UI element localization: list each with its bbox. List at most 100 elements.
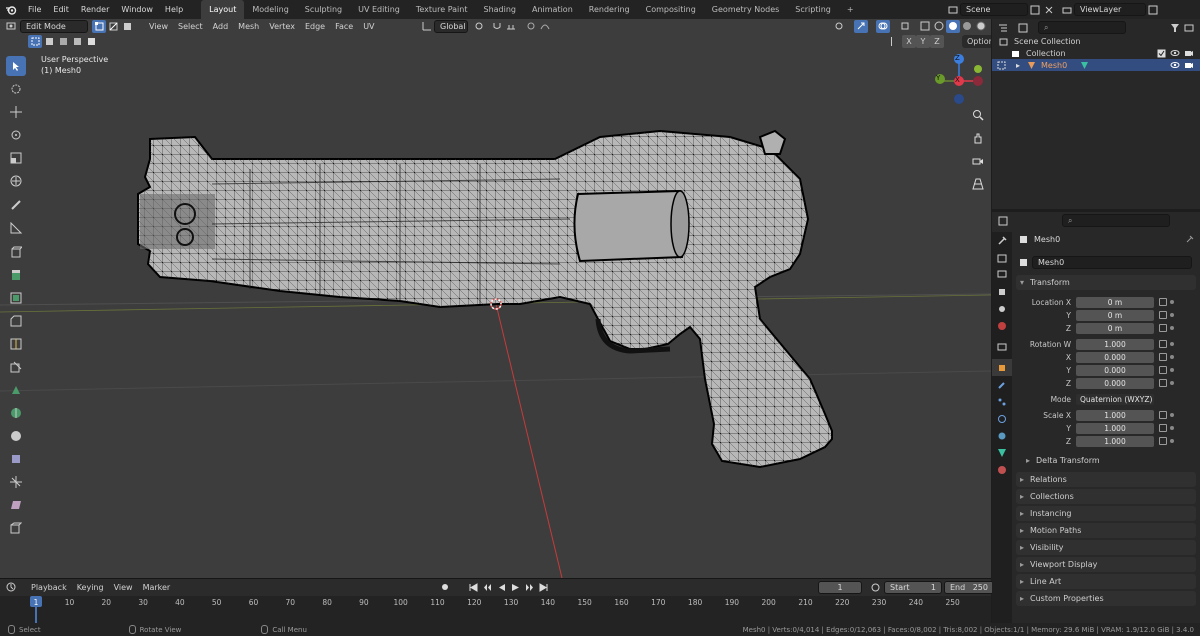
rotate-tool-icon[interactable]	[6, 125, 26, 145]
play-reverse-icon[interactable]	[494, 581, 508, 594]
lock-icon[interactable]	[1159, 411, 1167, 419]
scene-icon[interactable]	[946, 3, 960, 16]
timeline-editor-type-icon[interactable]	[4, 581, 18, 594]
knife-tool-icon[interactable]	[6, 357, 26, 377]
tab-particles-icon[interactable]	[992, 393, 1012, 410]
current-frame-field[interactable]: 1	[818, 580, 862, 594]
select-box-tool-icon[interactable]	[6, 56, 26, 76]
timeline-ruler[interactable]: 1 10 20 30 40 50 60 70 80 90 100 110 120 130 140 150 160…	[0, 596, 991, 623]
jump-end-icon[interactable]	[536, 581, 550, 594]
tab-view-layer-icon[interactable]	[992, 283, 1012, 300]
mirror-x-toggle[interactable]: X	[902, 34, 916, 48]
tab-texture-paint[interactable]: Texture Paint	[408, 0, 476, 19]
lock-icon[interactable]	[1159, 353, 1167, 361]
revolver-mesh[interactable]	[137, 129, 833, 469]
move-tool-icon[interactable]	[6, 102, 26, 122]
delete-scene-icon[interactable]	[1042, 3, 1056, 16]
keyframe-dot-icon[interactable]	[1170, 326, 1174, 330]
lock-icon[interactable]	[1159, 366, 1167, 374]
menu-render[interactable]: Render	[75, 0, 115, 19]
new-collection-icon[interactable]	[1182, 21, 1196, 34]
scale-x-field[interactable]: 1.000	[1076, 409, 1154, 421]
perspective-toggle-icon[interactable]	[968, 174, 988, 194]
menu-help[interactable]: Help	[159, 0, 189, 19]
exclude-checkbox-icon[interactable]	[1154, 47, 1168, 60]
display-mode-icon[interactable]	[1016, 21, 1030, 34]
tab-uv-editing[interactable]: UV Editing	[350, 0, 408, 19]
pin-icon[interactable]	[1182, 233, 1196, 246]
tab-material-icon[interactable]	[992, 461, 1012, 478]
options-dropdown[interactable]: Options	[962, 34, 991, 48]
jump-keyframe-forward-icon[interactable]	[522, 581, 536, 594]
tab-animation[interactable]: Animation	[524, 0, 581, 19]
rotation-w-field[interactable]: 1.000	[1076, 338, 1154, 350]
transform-tool-icon[interactable]	[6, 171, 26, 191]
mesh-data-icon[interactable]	[1077, 59, 1091, 72]
mirror-icon[interactable]	[884, 35, 898, 48]
end-frame-field[interactable]: End 250	[944, 580, 994, 594]
shading-wireframe-icon[interactable]	[932, 20, 946, 33]
rip-tool-icon[interactable]	[6, 518, 26, 538]
properties-search-input[interactable]: ⌕	[1062, 214, 1170, 227]
face-select-icon[interactable]	[120, 20, 134, 33]
blender-logo-icon[interactable]	[4, 3, 18, 16]
select-new-icon[interactable]	[28, 34, 42, 48]
edit-mode-icon[interactable]	[994, 59, 1008, 72]
shrink-fatten-tool-icon[interactable]	[6, 472, 26, 492]
select-invert-icon[interactable]	[70, 35, 84, 48]
menu-uv[interactable]: UV	[358, 20, 379, 33]
lock-icon[interactable]	[1159, 298, 1167, 306]
menu-file[interactable]: File	[22, 0, 47, 19]
outliner-editor-type-icon[interactable]	[996, 21, 1010, 34]
scale-y-field[interactable]: 1.000	[1076, 422, 1154, 434]
measure-tool-icon[interactable]	[6, 218, 26, 238]
snap-target-icon[interactable]	[504, 20, 518, 33]
menu-keying[interactable]: Keying	[72, 581, 109, 594]
tab-layout[interactable]: Layout	[201, 0, 245, 19]
tab-sculpting[interactable]: Sculpting	[297, 0, 350, 19]
tab-object-icon[interactable]	[992, 359, 1012, 376]
play-icon[interactable]	[508, 581, 522, 594]
tab-geometry-nodes[interactable]: Geometry Nodes	[704, 0, 787, 19]
scale-tool-icon[interactable]	[6, 148, 26, 168]
menu-view[interactable]: View	[144, 20, 173, 33]
transform-panel-header[interactable]: Transform	[1016, 275, 1196, 290]
object-datablock-icon[interactable]	[1016, 256, 1030, 269]
select-extend-icon[interactable]	[42, 35, 56, 48]
outliner-row-collection[interactable]: Collection	[1008, 47, 1196, 59]
3d-viewport[interactable]: Edit Mode View Select Add Mesh Vertex Ed…	[0, 19, 991, 578]
falloff-icon[interactable]	[538, 20, 552, 33]
select-subtract-icon[interactable]	[56, 35, 70, 48]
tab-tool-icon[interactable]	[992, 232, 1012, 249]
filter-icon[interactable]	[1168, 21, 1182, 34]
expand-arrow-icon[interactable]: ▸	[1016, 61, 1020, 70]
menu-timeline-view[interactable]: View	[109, 581, 138, 594]
orientation-dropdown[interactable]: Global	[434, 19, 468, 33]
new-view-layer-icon[interactable]	[1146, 3, 1160, 16]
tab-output-icon[interactable]	[992, 266, 1012, 283]
tab-data-icon[interactable]	[992, 444, 1012, 461]
menu-edit[interactable]: Edit	[47, 0, 75, 19]
keyframe-dot-icon[interactable]	[1170, 355, 1174, 359]
smooth-tool-icon[interactable]	[6, 426, 26, 446]
show-gizmo-icon[interactable]	[854, 19, 868, 33]
custom-properties-panel-header[interactable]: Custom Properties	[1016, 591, 1196, 606]
jump-keyframe-back-icon[interactable]	[480, 581, 494, 594]
tab-rendering[interactable]: Rendering	[581, 0, 638, 19]
relations-panel-header[interactable]: Relations	[1016, 472, 1196, 487]
visibility-panel-header[interactable]: Visibility	[1016, 540, 1196, 555]
pan-hand-icon[interactable]	[968, 128, 988, 148]
tab-world-icon[interactable]	[992, 317, 1012, 334]
pivot-icon[interactable]	[472, 20, 486, 33]
mesh-edit-overlays-icon[interactable]	[898, 20, 912, 33]
use-preview-range-icon[interactable]	[868, 581, 882, 594]
keyframe-dot-icon[interactable]	[1170, 368, 1174, 372]
motion-paths-panel-header[interactable]: Motion Paths	[1016, 523, 1196, 538]
select-intersect-icon[interactable]	[84, 35, 98, 48]
menu-add[interactable]: Add	[208, 20, 234, 33]
overlays-icon[interactable]	[876, 19, 890, 33]
object-eye-icon[interactable]	[1168, 59, 1182, 72]
tab-scripting[interactable]: Scripting	[787, 0, 839, 19]
snap-icon[interactable]	[490, 20, 504, 33]
xray-icon[interactable]	[918, 20, 932, 33]
